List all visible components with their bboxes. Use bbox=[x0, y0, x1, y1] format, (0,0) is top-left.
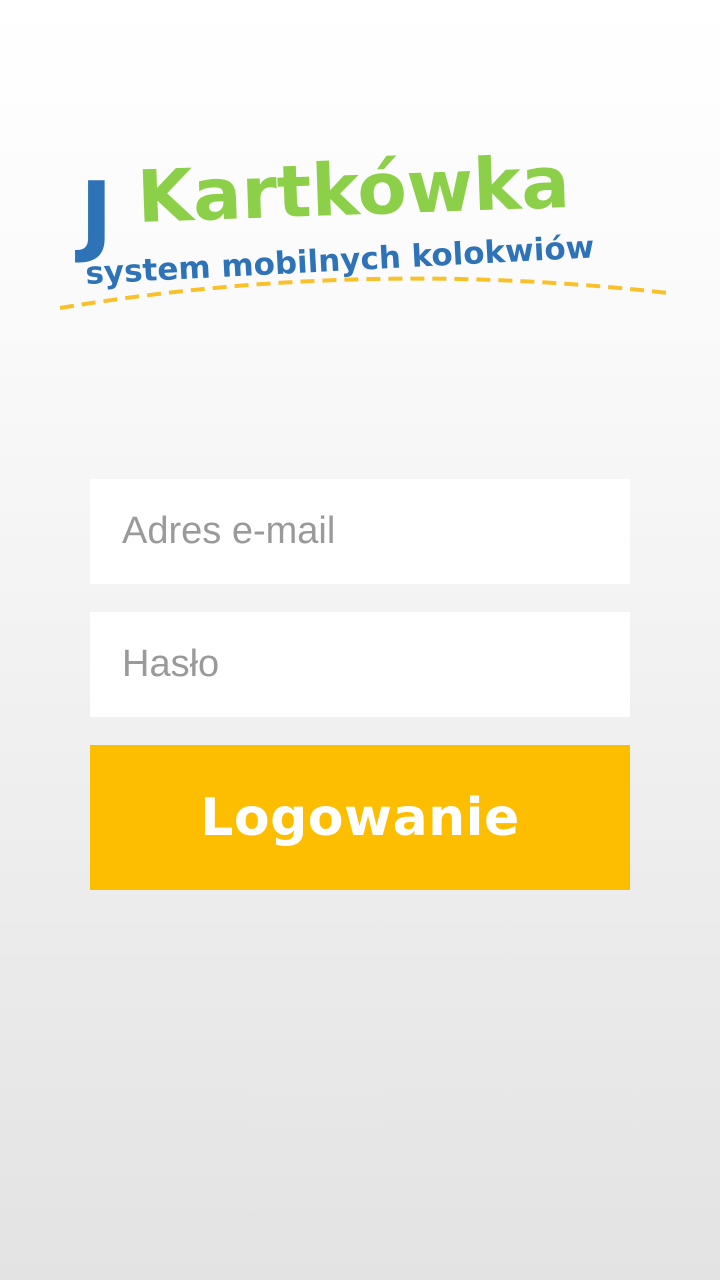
logo-letter-j: J bbox=[75, 163, 113, 266]
login-form: Logowanie bbox=[90, 479, 630, 890]
email-input[interactable] bbox=[90, 479, 630, 584]
logo-tagline: system mobilnych kolokwiów bbox=[85, 229, 596, 292]
email-field[interactable] bbox=[90, 479, 630, 584]
login-button[interactable]: Logowanie bbox=[90, 745, 630, 890]
logo-graphic: J Kartkówka system mobilnych kolokwiów bbox=[59, 140, 669, 310]
password-input[interactable] bbox=[90, 612, 630, 717]
app-logo: J Kartkówka system mobilnych kolokwiów bbox=[50, 130, 680, 330]
logo-name: Kartkówka bbox=[136, 140, 571, 239]
password-field[interactable] bbox=[90, 612, 630, 717]
